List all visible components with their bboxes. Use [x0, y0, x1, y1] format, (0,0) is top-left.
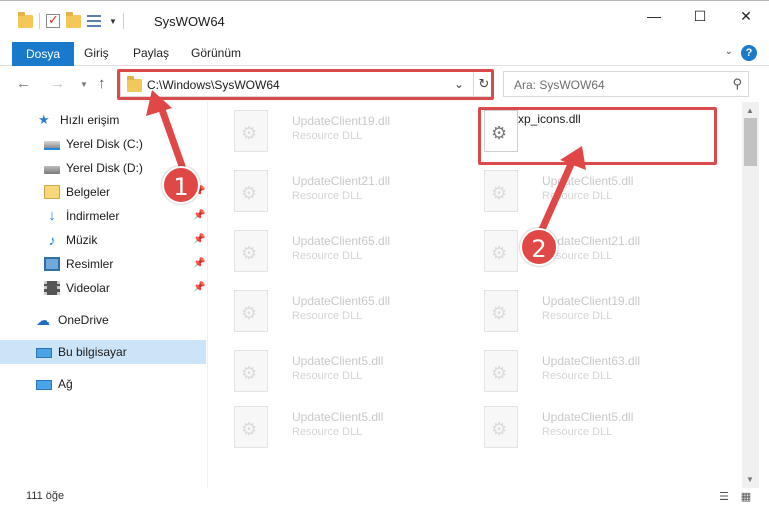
sidebar-item-music[interactable]: ♪ Müzik 📌 [0, 228, 206, 252]
sidebar-item-downloads[interactable]: ↓ İndirmeler 📌 [0, 204, 206, 228]
gear-icon: ⚙ [491, 243, 508, 263]
gear-icon: ⚙ [491, 363, 508, 383]
gear-icon: ⚙ [241, 303, 258, 323]
gear-icon: ⚙ [241, 419, 258, 439]
item-count: 111 öğe [26, 490, 65, 502]
search-icon[interactable]: ⚲ [732, 76, 742, 92]
drive-icon [44, 166, 60, 174]
drive-icon [44, 141, 60, 150]
sidebar-item-pictures[interactable]: Resimler 📌 [0, 252, 206, 276]
dll-file-icon: ⚙ [484, 170, 518, 212]
sidebar-item-network[interactable]: Ağ [0, 372, 206, 396]
properties-check-icon[interactable] [46, 12, 60, 28]
computer-icon [36, 348, 52, 358]
search-input[interactable]: Ara: SysWOW64 [514, 78, 605, 92]
file-item[interactable]: ⚙ UpdateClient5.dll Resource DLL [220, 400, 460, 456]
file-item[interactable]: ⚙ UpdateClient5.dll Resource DLL [220, 344, 460, 400]
tab-giris[interactable]: Giriş [84, 42, 109, 64]
scroll-down-arrow-icon[interactable]: ▼ [746, 475, 754, 484]
dll-file-icon: ⚙ [484, 230, 518, 272]
up-arrow-icon[interactable]: ↑ [98, 75, 106, 92]
scroll-thumb[interactable] [744, 118, 757, 166]
navigation-pane: ★ Hızlı erişim Yerel Disk (C:) Yerel Dis… [0, 102, 208, 488]
download-arrow-icon: ↓ [48, 207, 56, 224]
address-highlight-box [117, 69, 494, 100]
expand-ribbon-chevron-icon[interactable]: ⌄ [725, 46, 733, 57]
pin-icon[interactable]: 📌 [193, 234, 205, 245]
music-note-icon: ♪ [48, 232, 56, 248]
file-item[interactable]: ⚙ UpdateClient5.dll Resource DLL [470, 400, 710, 456]
dll-file-icon: ⚙ [234, 230, 268, 272]
dll-file-icon: ⚙ [234, 350, 268, 392]
vertical-scrollbar[interactable]: ▲ ▼ [742, 102, 759, 488]
dll-file-icon: ⚙ [234, 170, 268, 212]
network-icon [36, 380, 52, 390]
sidebar-item-this-pc[interactable]: Bu bilgisayar [0, 340, 206, 364]
new-folder-icon[interactable] [66, 11, 81, 28]
back-arrow-icon[interactable]: ← [16, 75, 31, 92]
pin-icon[interactable]: 📌 [193, 210, 205, 221]
documents-icon [44, 185, 60, 199]
help-icon[interactable]: ? [741, 45, 757, 61]
film-strip-icon [44, 281, 60, 295]
file-item[interactable]: ⚙ UpdateClient65.dll Resource DLL [220, 224, 460, 280]
toolbar-divider [122, 13, 124, 29]
forward-arrow-icon[interactable]: → [50, 75, 65, 92]
window-controls: — ☐ ✕ [631, 1, 769, 31]
sidebar-item-quick-access[interactable]: ★ Hızlı erişim [0, 108, 206, 132]
title-bar: ▼ SysWOW64 — ☐ ✕ [0, 0, 769, 40]
details-view-icon[interactable]: ☰ [716, 490, 732, 504]
gear-icon: ⚙ [241, 363, 258, 383]
quick-access-toolbar: ▼ [18, 11, 124, 29]
folder-icon [18, 11, 33, 28]
cloud-icon: ☁ [36, 312, 50, 328]
file-highlight-box [478, 107, 717, 165]
sidebar-item-onedrive[interactable]: ☁ OneDrive [0, 308, 206, 332]
properties-list-icon[interactable] [87, 14, 103, 28]
pictures-icon [44, 257, 60, 271]
sidebar-item-videos[interactable]: Videolar 📌 [0, 276, 206, 300]
gear-icon: ⚙ [491, 183, 508, 203]
tab-gorunum[interactable]: Görünüm [191, 42, 241, 64]
dll-file-icon: ⚙ [484, 350, 518, 392]
dll-file-icon: ⚙ [234, 110, 268, 152]
dll-file-icon: ⚙ [234, 406, 268, 448]
recent-locations-chevron-icon[interactable]: ▼ [80, 80, 88, 89]
ribbon-tabs: Dosya Giriş Paylaş Görünüm ⌄ ? [0, 40, 769, 66]
sidebar-item-local-disk-c[interactable]: Yerel Disk (C:) [0, 132, 206, 156]
gear-icon: ⚙ [241, 183, 258, 203]
close-icon[interactable]: ✕ [723, 1, 769, 31]
file-item[interactable]: ⚙ UpdateClient21.dll Resource DLL [470, 224, 710, 280]
file-item[interactable]: ⚙ UpdateClient63.dll Resource DLL [470, 344, 710, 400]
status-bar: 111 öğe ☰ ▦ [0, 488, 769, 520]
maximize-icon[interactable]: ☐ [677, 1, 723, 31]
dll-file-icon: ⚙ [484, 406, 518, 448]
customize-toolbar-dropdown-icon[interactable]: ▼ [109, 17, 117, 26]
step-2-badge: 2 [520, 228, 558, 266]
minimize-icon[interactable]: — [631, 1, 677, 31]
gear-icon: ⚙ [241, 123, 258, 143]
large-icons-view-icon[interactable]: ▦ [738, 490, 754, 504]
step-1-badge: 1 [162, 166, 200, 204]
tab-dosya[interactable]: Dosya [12, 42, 75, 66]
file-item[interactable]: ⚙ UpdateClient65.dll Resource DLL [220, 284, 460, 340]
file-item[interactable]: ⚙ UpdateClient5.dll Resource DLL [470, 164, 710, 220]
scroll-up-arrow-icon[interactable]: ▲ [746, 106, 754, 115]
file-item[interactable]: ⚙ UpdateClient19.dll Resource DLL [220, 104, 460, 160]
star-icon: ★ [38, 112, 50, 127]
gear-icon: ⚙ [491, 419, 508, 439]
file-item[interactable]: ⚙ UpdateClient19.dll Resource DLL [470, 284, 710, 340]
window-title: SysWOW64 [154, 14, 225, 29]
gear-icon: ⚙ [491, 303, 508, 323]
gear-icon: ⚙ [241, 243, 258, 263]
pin-icon[interactable]: 📌 [193, 258, 205, 269]
search-box[interactable]: Ara: SysWOW64 ⚲ [503, 71, 749, 97]
pin-icon[interactable]: 📌 [193, 282, 205, 293]
dll-file-icon: ⚙ [234, 290, 268, 332]
dll-file-icon: ⚙ [484, 290, 518, 332]
tab-paylas[interactable]: Paylaş [133, 42, 169, 64]
file-item[interactable]: ⚙ UpdateClient21.dll Resource DLL [220, 164, 460, 220]
toolbar-divider [39, 13, 40, 29]
